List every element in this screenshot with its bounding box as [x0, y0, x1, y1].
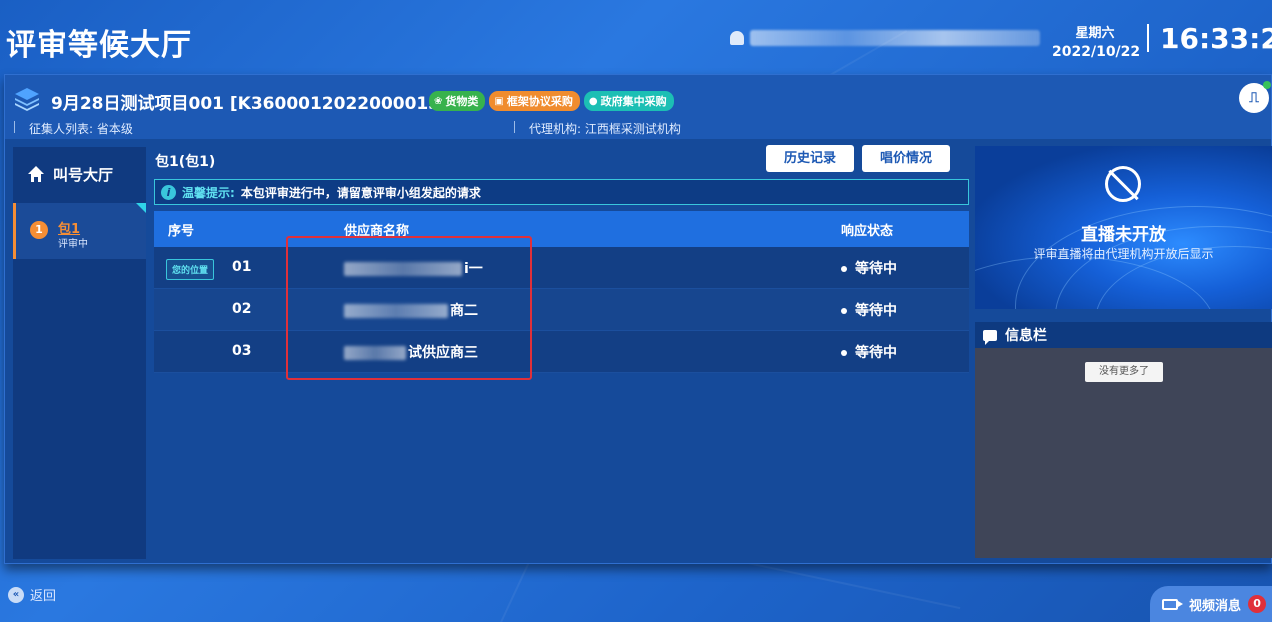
info-icon: i — [161, 184, 176, 200]
status-dot — [841, 349, 847, 356]
tag-government: ● 政府集中采购 — [583, 91, 674, 111]
video-camera-icon — [1162, 598, 1183, 610]
tag-label: 框架协议采购 — [506, 95, 573, 108]
tag-framework: ▣ 框架协议采购 — [489, 91, 580, 111]
live-panel: 直播未开放 评审直播将由代理机构开放后显示 — [975, 146, 1272, 309]
home-icon — [28, 166, 44, 182]
status-text: 等待中 — [855, 302, 897, 319]
package-status: 评审中 — [58, 239, 88, 250]
tag-goods: ❀ 货物类 — [429, 91, 486, 111]
seq-number: 03 — [232, 342, 252, 359]
notice-bar: i 温馨提示: 本包评审进行中，请留意评审小组发起的请求 — [154, 179, 969, 205]
no-more-button[interactable]: 没有更多了 — [1085, 362, 1163, 382]
back-button[interactable]: « 返回 — [8, 585, 56, 604]
table-row: 您的位置 01 i一 等待中 — [154, 247, 969, 289]
active-corner-marker — [136, 203, 146, 213]
header-status: 响应状态 — [841, 223, 894, 239]
video-message-button[interactable]: 视频消息 0 — [1150, 586, 1272, 622]
status-cell: 等待中 — [841, 258, 969, 278]
status-text: 等待中 — [855, 260, 897, 277]
collector-value: 省本级 — [96, 122, 133, 136]
user-area — [730, 30, 1040, 46]
info-title: 信息栏 — [1005, 328, 1047, 344]
chat-icon — [983, 329, 997, 345]
sidebar-header-label: 叫号大厅 — [53, 165, 114, 184]
live-disabled-icon — [1105, 166, 1141, 202]
tag-label: 货物类 — [445, 95, 479, 108]
divider — [1147, 24, 1149, 52]
back-label: 返回 — [30, 589, 57, 604]
app-title: 评审等候大厅 — [6, 28, 192, 63]
video-count-badge: 0 — [1248, 595, 1267, 613]
status-text: 等待中 — [855, 344, 897, 361]
notice-label: 温馨提示: — [182, 185, 235, 200]
history-button[interactable]: 历史记录 — [766, 145, 854, 172]
status-dot — [841, 265, 847, 272]
tag-label: 政府集中采购 — [600, 95, 667, 108]
agency-value: 江西框采测试机构 — [584, 122, 681, 136]
live-subtitle: 评审直播将由代理机构开放后显示 — [1033, 247, 1214, 261]
sidebar-header[interactable]: 叫号大厅 — [13, 147, 146, 201]
collector-info: 征集人列表: 省本级 — [29, 120, 133, 137]
status-cell: 等待中 — [841, 300, 969, 320]
live-title: 直播未开放 — [1081, 225, 1166, 245]
project-title: 9月28日测试项目001 [K3600012022000013] — [51, 94, 448, 114]
divider — [514, 121, 515, 133]
agency-info: 代理机构: 江西框采测试机构 — [529, 120, 681, 137]
divider — [14, 121, 15, 133]
your-position-badge: 您的位置 — [166, 258, 215, 280]
online-dot — [1263, 81, 1271, 89]
table-row: 02 商二 等待中 — [154, 289, 969, 331]
date: 2022/10/22 — [1052, 44, 1141, 60]
sidebar-item-package-1[interactable]: 1 包1 评审中 — [13, 203, 146, 259]
collector-label: 征集人列表: — [29, 122, 94, 136]
status-dot — [841, 307, 847, 314]
date-block: 星期六 2022/10/22 — [1052, 22, 1141, 60]
info-panel: 信息栏 没有更多了 — [975, 322, 1272, 558]
table-row: 03 试供应商三 等待中 — [154, 331, 969, 373]
project-tags: ❀ 货物类 ▣ 框架协议采购 ● 政府集中采购 — [429, 91, 674, 111]
package-index: 1 — [30, 221, 48, 239]
info-header: 信息栏 — [975, 322, 1272, 348]
back-icon: « — [8, 586, 24, 603]
sidebar: 叫号大厅 1 包1 评审中 — [13, 147, 146, 559]
location-icon: ● — [588, 95, 598, 107]
weekday: 星期六 — [1075, 26, 1115, 41]
notice-text: 本包评审进行中，请留意评审小组发起的请求 — [240, 185, 481, 200]
project-header: 9月28日测试项目001 [K3600012022000013] ❀ 货物类 ▣… — [5, 75, 1271, 139]
highlight-box — [286, 236, 532, 380]
seq-number: 02 — [232, 300, 252, 317]
agency-label: 代理机构: — [529, 122, 582, 136]
monitor-icon: ⎍ — [1249, 90, 1259, 106]
layers-icon — [15, 88, 39, 111]
clock: 16:33:23 — [1160, 22, 1272, 55]
status-cell: 等待中 — [841, 342, 969, 362]
user-icon — [730, 31, 744, 45]
user-name-redacted — [750, 30, 1040, 46]
seq-number: 01 — [232, 258, 252, 275]
monitor-button[interactable]: ⎍ — [1239, 81, 1271, 113]
package-title: 包1(包1) — [155, 154, 216, 170]
video-label: 视频消息 — [1189, 598, 1242, 614]
basket-icon: ▣ — [494, 95, 504, 107]
goods-icon: ❀ — [434, 95, 443, 107]
supplier-table: 序号 供应商名称 响应状态 您的位置 01 i一 等待中 02 商二 等待中 0… — [154, 211, 969, 373]
bid-status-button[interactable]: 唱价情况 — [862, 145, 950, 172]
table-header: 序号 供应商名称 响应状态 — [154, 211, 969, 247]
